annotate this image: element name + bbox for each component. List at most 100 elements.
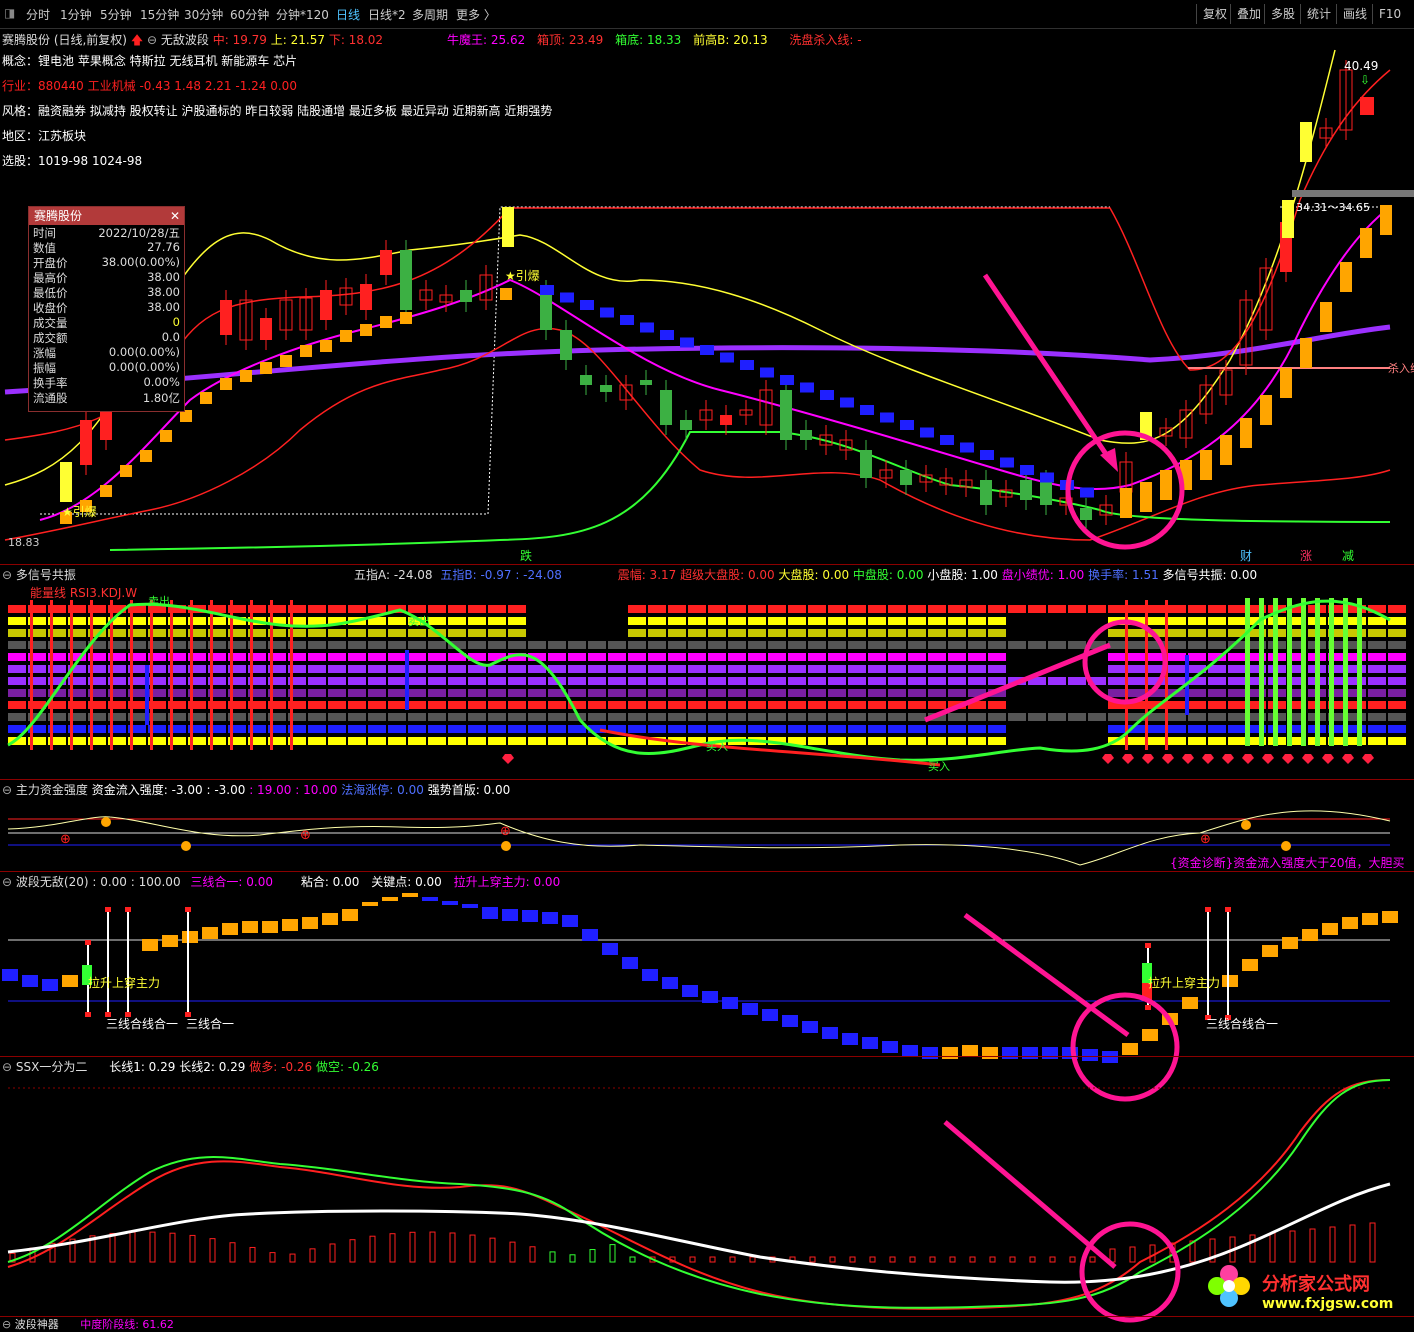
signal-cell xyxy=(328,605,346,613)
yellow-signal-bar xyxy=(1300,122,1312,162)
spike-cap xyxy=(85,940,91,945)
signal-cell xyxy=(888,641,906,649)
signal-cell xyxy=(368,725,386,733)
signal-cell xyxy=(968,665,986,673)
blue-step xyxy=(880,412,894,423)
signal-cell xyxy=(1108,713,1126,721)
wave-step xyxy=(782,1015,798,1027)
signal-cell xyxy=(908,665,926,673)
signal-cell xyxy=(708,605,726,613)
signal-cell xyxy=(1208,641,1226,649)
popup-row-value: 38.00 xyxy=(147,270,180,284)
signal-cell xyxy=(1128,641,1146,649)
popup-row-value: 0.00% xyxy=(143,375,180,389)
popup-row-label: 收盘价 xyxy=(33,301,68,315)
signal-cell xyxy=(828,677,846,685)
blue-step xyxy=(980,450,994,460)
signal-cell xyxy=(848,665,866,673)
signal-cell xyxy=(508,689,526,697)
panel-separator xyxy=(0,1316,1414,1317)
blue-step xyxy=(940,435,954,445)
main-kline-chart[interactable]: 40.49 34.31～34.65 18.83 ★引爆 ★引爆 杀入线 跌 财 … xyxy=(0,0,1414,565)
signal-cell xyxy=(508,629,526,637)
signal-cell xyxy=(728,653,746,661)
signal-cell xyxy=(888,689,906,697)
signal-cell xyxy=(1108,665,1126,673)
signal-cell xyxy=(908,713,926,721)
signal-cell xyxy=(328,677,346,685)
signal-cell xyxy=(668,653,686,661)
signal-cell xyxy=(868,689,886,697)
signal-cell xyxy=(828,653,846,661)
signal-cell xyxy=(1388,665,1406,673)
signal-cell xyxy=(748,677,766,685)
signal-cell xyxy=(1228,689,1246,697)
signal-cell xyxy=(368,605,386,613)
signal-cell xyxy=(1188,713,1206,721)
panel-separator xyxy=(0,871,1414,872)
histogram-bar xyxy=(609,1244,616,1263)
signal-cell xyxy=(1088,605,1106,613)
red-ssx-line xyxy=(7,1079,1391,1310)
wave-step xyxy=(1322,923,1338,935)
panel2-chart[interactable]: ⊕ ⊕ ⊕ ⊕ {资金诊断}资金流入强度大于20值，大胆买 xyxy=(0,795,1414,875)
signal-cell xyxy=(668,641,686,649)
signal-cell xyxy=(368,689,386,697)
signal-cell xyxy=(828,737,846,745)
red-vbar xyxy=(210,600,213,750)
wave-step xyxy=(982,1047,998,1059)
wave-step xyxy=(1302,929,1318,941)
signal-cell xyxy=(548,641,566,649)
signal-cell xyxy=(648,641,666,649)
popup-row-value: 1.80亿 xyxy=(142,391,180,405)
signal-cell xyxy=(348,641,366,649)
signal-cell xyxy=(668,605,686,613)
signal-cell xyxy=(1188,701,1206,709)
orange-step xyxy=(400,312,412,324)
cai-marker: 财 xyxy=(1240,549,1252,563)
signal-cell xyxy=(448,737,466,745)
wave-step xyxy=(862,1037,878,1049)
signal-cell xyxy=(888,737,906,745)
signal-cell xyxy=(1168,641,1186,649)
diamond-icon xyxy=(1242,754,1254,764)
signal-cell xyxy=(1068,605,1086,613)
signal-cell xyxy=(1368,617,1386,625)
signal-cell xyxy=(1388,617,1406,625)
signal-cell xyxy=(1228,677,1246,685)
histogram-bar xyxy=(189,1234,196,1263)
signal-cell xyxy=(308,713,326,721)
signal-cell xyxy=(868,737,886,745)
signal-cell xyxy=(468,605,486,613)
signal-cell xyxy=(1108,653,1126,661)
green-ssx-line xyxy=(7,1079,1391,1309)
popup-header: 赛腾股份 ✕ xyxy=(29,207,184,225)
signal-cell xyxy=(8,677,26,685)
signal-cell xyxy=(868,665,886,673)
signal-cell xyxy=(308,737,326,745)
close-icon[interactable]: ✕ xyxy=(170,207,180,225)
signal-cell xyxy=(728,725,746,733)
panel3-chart[interactable]: 拉升上穿主力 拉升上穿主力 三线合线合一 三线合一 三线合线合一 xyxy=(0,887,1414,1102)
collapse-icon[interactable]: ⊖ xyxy=(2,1318,11,1331)
candles-group xyxy=(80,60,1353,530)
panel4-chart[interactable] xyxy=(0,1072,1414,1323)
signal-cell xyxy=(1168,617,1186,625)
sanxian-label: 三线合线合一 xyxy=(1206,1016,1278,1031)
spike-base xyxy=(85,1012,91,1017)
candle-body xyxy=(260,318,272,340)
signal-cell xyxy=(748,665,766,673)
blue-step xyxy=(920,427,934,438)
panel1-chart[interactable]: 能量线 RSI3.KDJ.W 卖出 卖出 买入 买入 xyxy=(0,580,1414,780)
signal-cell xyxy=(708,713,726,721)
wave-step xyxy=(482,907,498,919)
wave-step xyxy=(302,917,318,929)
wave-step xyxy=(1242,959,1258,971)
wave-step xyxy=(642,969,658,981)
signal-cell xyxy=(428,677,446,685)
signal-cell xyxy=(388,713,406,721)
popup-row: 成交额 0.0 xyxy=(29,330,184,345)
signal-cell xyxy=(1228,725,1246,733)
signal-cell xyxy=(1388,653,1406,661)
signal-cell xyxy=(8,689,26,697)
